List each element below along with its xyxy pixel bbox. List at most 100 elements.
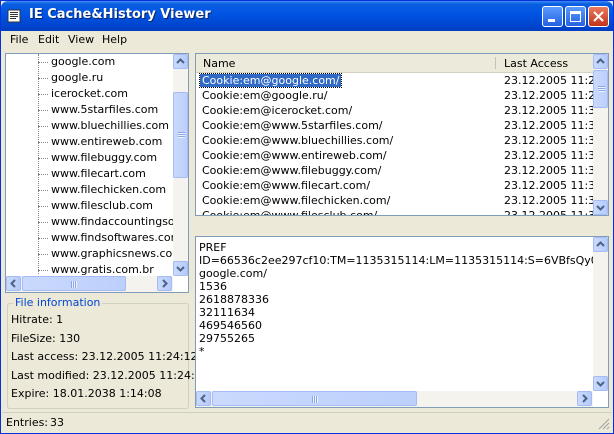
tree-item[interactable]: www.graphicsnews.com [6, 246, 183, 262]
scroll-up-button[interactable] [593, 237, 608, 252]
minimize-icon [548, 19, 555, 22]
minimize-button[interactable] [542, 6, 563, 27]
main-window: IE Cache&History Viewer File Edit View H… [0, 0, 614, 434]
menu-bar: File Edit View Help [2, 31, 612, 49]
file-information-group: File information Hitrate: 1 FileSize: 13… [5, 296, 209, 409]
list-row[interactable]: Cookie:em@www.filebuggy.com/23.12.2005 1… [196, 163, 606, 178]
menu-edit[interactable]: Edit [38, 33, 59, 46]
scroll-thumb[interactable] [173, 92, 188, 178]
cell-last-access: 23.12.2005 11:3... [504, 209, 606, 216]
tree-connector [38, 206, 48, 207]
tree-item-label: www.5starfiles.com [51, 103, 159, 116]
content-line: 29755265 [199, 332, 255, 345]
detail-vertical-scrollbar[interactable] [593, 237, 608, 391]
tree-item[interactable]: google.com [6, 54, 174, 70]
window-title: IE Cache&History Viewer [29, 7, 211, 22]
entries-count: 33 [50, 416, 64, 429]
column-separator[interactable] [495, 57, 496, 69]
tree-connector [38, 222, 48, 223]
list-row[interactable]: Cookie:em@www.entireweb.com/23.12.2005 1… [196, 148, 606, 163]
menu-view[interactable]: View [68, 33, 94, 46]
cell-name: Cookie:em@www.filesclub.com/ [202, 209, 378, 216]
cell-name: Cookie:em@www.filebuggy.com/ [202, 164, 382, 177]
scroll-thumb[interactable] [593, 70, 608, 108]
scroll-down-button[interactable] [173, 261, 188, 276]
cookie-list[interactable]: Name Last Access Cookie:em@google.com/23… [195, 53, 609, 216]
detail-horizontal-scrollbar[interactable] [196, 391, 593, 407]
maximize-button[interactable] [565, 6, 586, 27]
tree-connector [38, 174, 48, 175]
tree-item[interactable]: www.entireweb.com [6, 134, 174, 150]
tree-item[interactable]: www.filebuggy.com [6, 150, 174, 166]
expire-text: Expire: 18.01.2038 1:14:08 [11, 387, 162, 400]
list-row[interactable]: Cookie:em@www.filesclub.com/23.12.2005 1… [196, 208, 606, 216]
menu-file[interactable]: File [10, 33, 28, 46]
column-header-name[interactable]: Name [196, 54, 496, 72]
tree-item-label: www.filesclub.com [51, 199, 154, 212]
title-bar[interactable]: IE Cache&History Viewer [1, 1, 613, 31]
list-row[interactable]: Cookie:em@www.filechicken.com/23.12.2005… [196, 193, 606, 208]
tree-horizontal-scrollbar[interactable] [6, 276, 173, 292]
app-icon [7, 9, 21, 23]
list-row[interactable]: Cookie:em@www.bluechillies.com/23.12.200… [196, 133, 606, 148]
tree-item[interactable]: www.5starfiles.com [6, 102, 174, 118]
scroll-thumb-horizontal[interactable] [22, 276, 126, 291]
scroll-down-button[interactable] [593, 200, 608, 215]
scroll-left-button[interactable] [6, 276, 21, 291]
arrow-right-icon [162, 279, 168, 288]
tree-connector [38, 78, 48, 79]
list-row[interactable]: Cookie:em@www.filecart.com/23.12.2005 11… [196, 178, 606, 193]
cell-last-access: 23.12.2005 11:3... [504, 179, 606, 192]
entries-label: Entries: [6, 416, 49, 429]
scroll-right-button[interactable] [577, 391, 592, 406]
content-line: ID=66536c2ee297cf10:TM=1135315114:LM=113… [199, 254, 609, 267]
tree-item[interactable]: google.ru [6, 70, 174, 86]
tree-item-label: www.filebuggy.com [51, 151, 158, 164]
list-row[interactable]: Cookie:em@icerocket.com/23.12.2005 11:3.… [196, 103, 606, 118]
content-line: google.com/ [199, 267, 267, 280]
cell-last-access: 23.12.2005 11:3... [504, 134, 606, 147]
cell-name: Cookie:em@www.entireweb.com/ [202, 149, 387, 162]
last-access-text: Last access: 23.12.2005 11:24:12 [11, 350, 198, 363]
cookie-content-view[interactable]: PREF ID=66536c2ee297cf10:TM=1135315114:LM… [195, 236, 609, 408]
list-row[interactable]: Cookie:em@google.ru/23.12.2005 11:2... [196, 88, 606, 103]
tree-vertical-scrollbar[interactable] [173, 54, 188, 276]
scroll-down-button[interactable] [593, 376, 608, 391]
scroll-left-button[interactable] [196, 391, 211, 406]
scroll-up-button[interactable] [593, 54, 608, 69]
arrow-down-icon [596, 381, 605, 387]
arrow-left-icon [200, 394, 206, 403]
cell-name: Cookie:em@google.com/ [198, 73, 343, 88]
list-row[interactable]: Cookie:em@google.com/23.12.2005 11:2... [196, 73, 606, 88]
tree-item[interactable]: icerocket.com [6, 86, 174, 102]
tree-item[interactable]: www.findsoftwares.com [6, 230, 181, 246]
tree-connector [38, 110, 48, 111]
menu-help[interactable]: Help [102, 33, 127, 46]
content-line: 469546560 [199, 319, 262, 332]
list-row[interactable]: Cookie:em@www.5starfiles.com/23.12.2005 … [196, 118, 606, 133]
tree-item[interactable]: www.findaccountingsoftw [6, 214, 188, 230]
arrow-up-icon [596, 241, 605, 247]
tree-item[interactable]: www.bluechillies.com [6, 118, 174, 134]
scroll-thumb-horizontal[interactable] [212, 391, 417, 406]
filesize-text: FileSize: 130 [11, 332, 81, 345]
scroll-right-button[interactable] [157, 276, 172, 291]
tree-item-label: www.findaccountingsoftw [51, 215, 189, 228]
tree-item-label: www.findsoftwares.com [51, 231, 182, 244]
scroll-up-button[interactable] [173, 54, 188, 69]
list-vertical-scrollbar[interactable] [593, 54, 608, 215]
tree-item[interactable]: www.filechicken.com [6, 182, 174, 198]
cell-name: Cookie:em@www.bluechillies.com/ [202, 134, 394, 147]
cell-name: Cookie:em@www.filecart.com/ [202, 179, 371, 192]
tree-item-label: icerocket.com [51, 87, 128, 100]
column-header-last-access[interactable]: Last Access [497, 54, 594, 72]
tree-item-label: google.com [51, 55, 116, 68]
resize-grip-icon[interactable] [598, 418, 610, 430]
tree-item[interactable]: www.filecart.com [6, 166, 174, 182]
cell-last-access: 23.12.2005 11:3... [504, 104, 606, 117]
cell-last-access: 23.12.2005 11:2... [504, 89, 606, 102]
site-tree[interactable]: google.com google.ru icerocket.com www.5sta… [5, 53, 189, 293]
close-button[interactable] [588, 6, 609, 27]
tree-item-label: www.graphicsnews.com [51, 247, 183, 260]
tree-item[interactable]: www.filesclub.com [6, 198, 174, 214]
